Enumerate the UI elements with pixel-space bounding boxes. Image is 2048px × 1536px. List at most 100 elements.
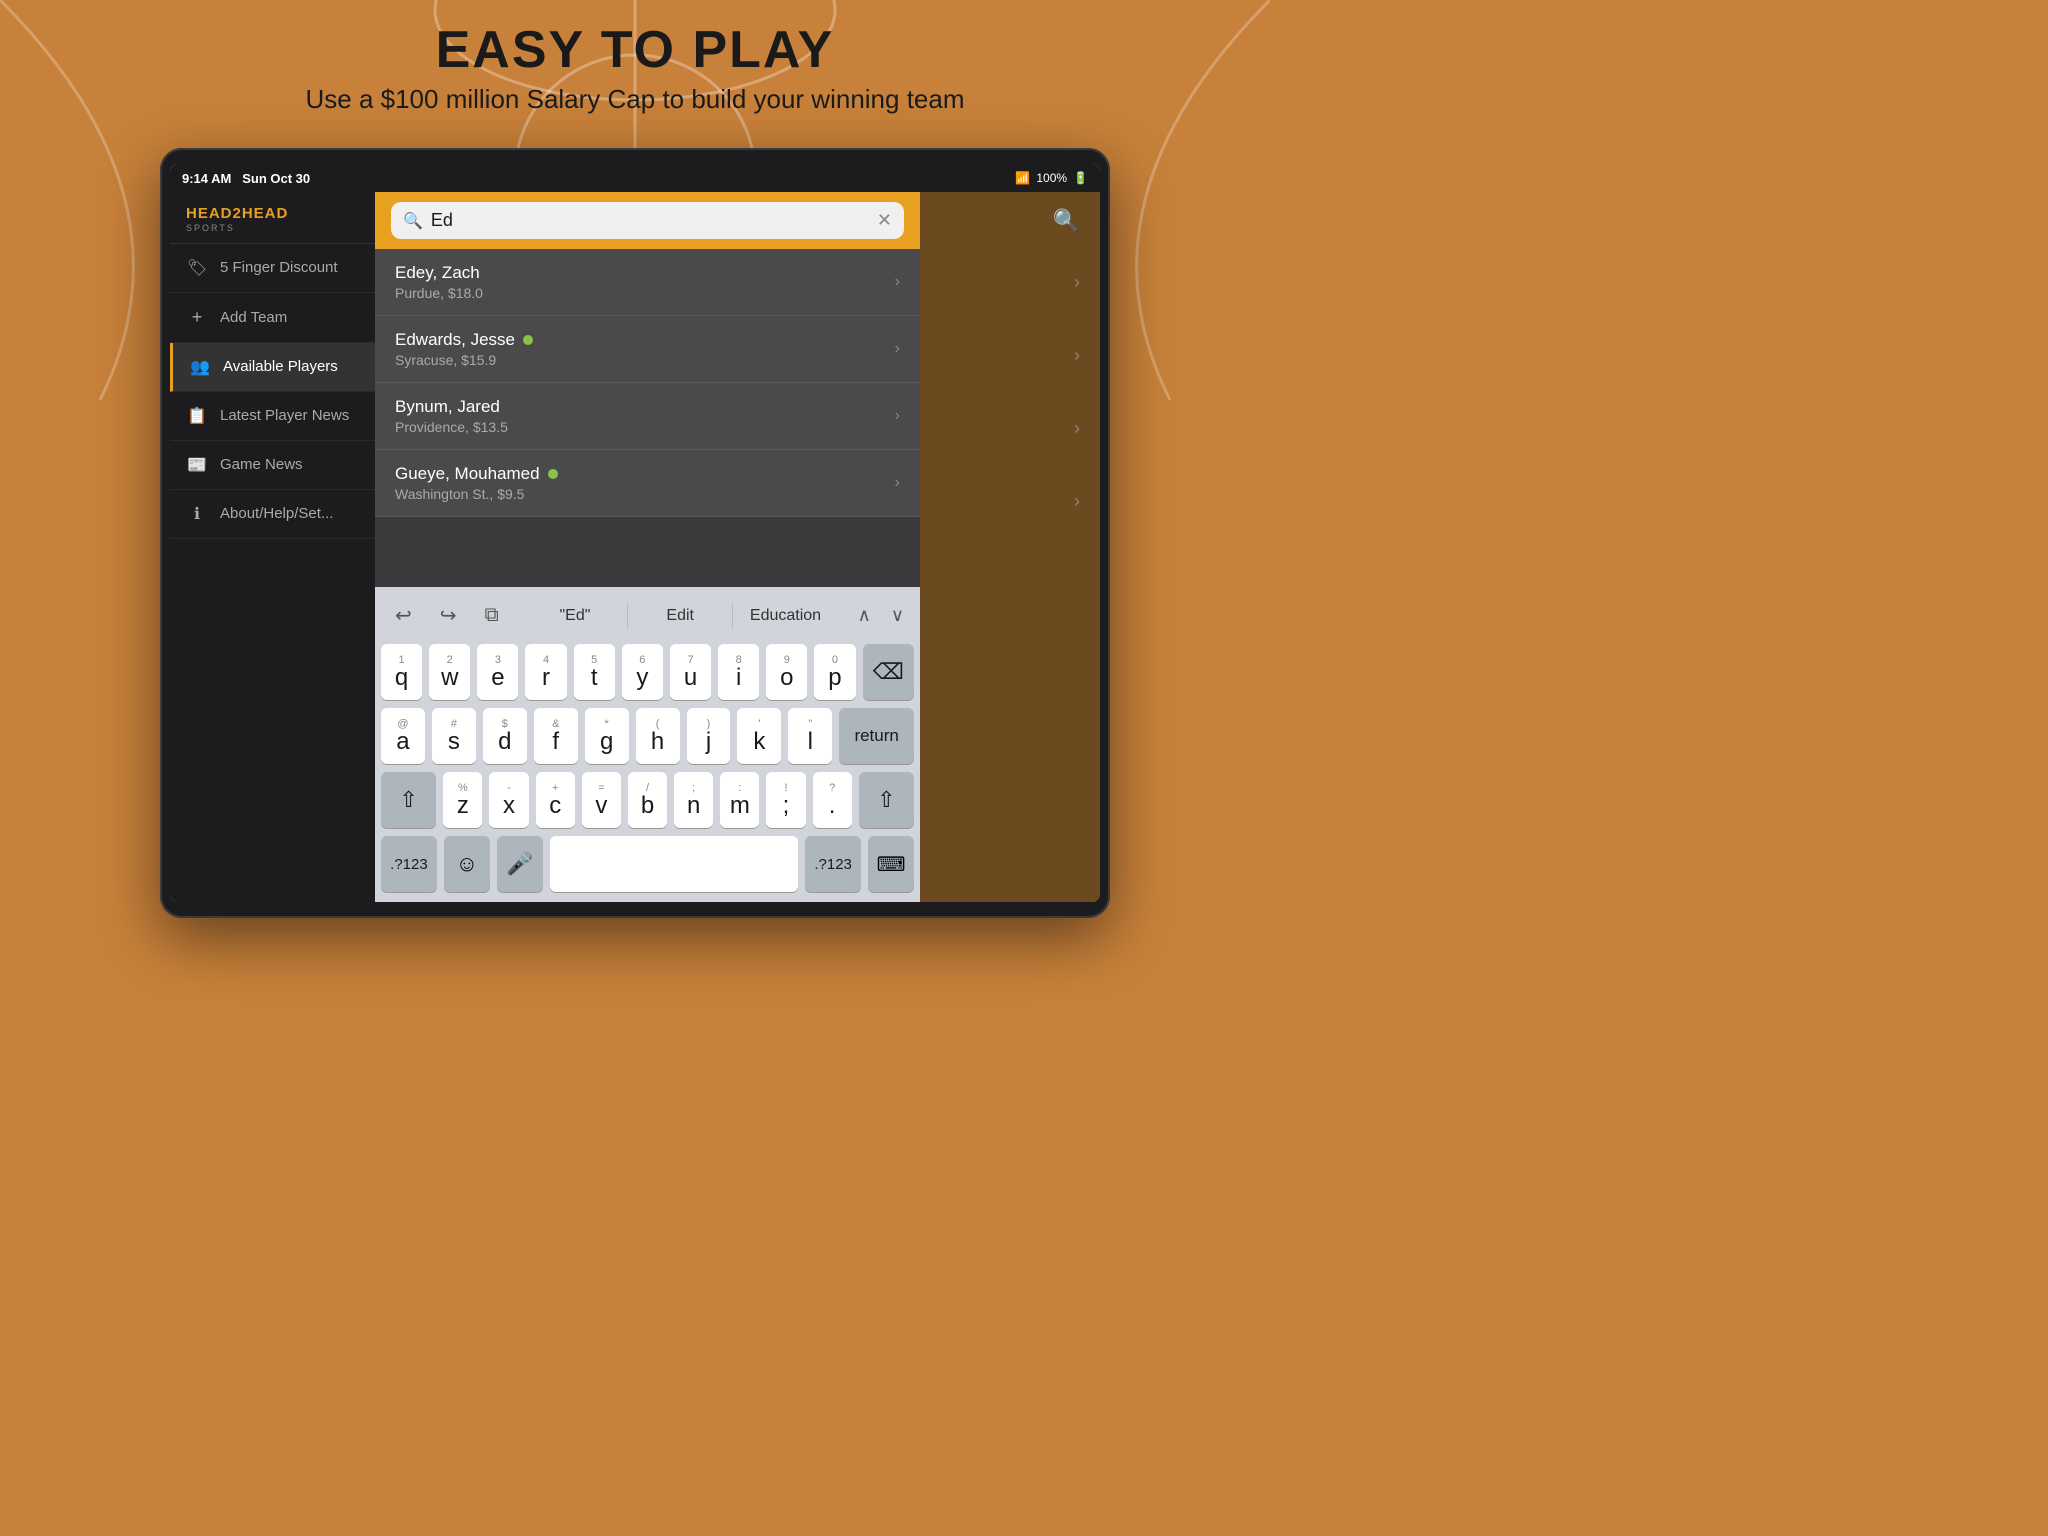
sidebar-item-add-team[interactable]: + Add Team	[170, 293, 375, 343]
shift-key-right[interactable]: ⇧	[859, 772, 914, 828]
result-item-edwards-jesse[interactable]: Edwards, Jesse Syracuse, $15.9 ›	[375, 316, 920, 383]
key-f[interactable]: &f	[534, 708, 578, 764]
sidebar-item-about[interactable]: ℹ About/Help/Set...	[170, 490, 375, 539]
sidebar: HEAD2HEAD SPORTS 🏷 5 Finger Discount + A…	[170, 192, 375, 902]
logo-text: HEAD2HEAD	[186, 206, 359, 223]
chevron-icon-gueye: ›	[895, 474, 900, 492]
suggestion-area: "Ed" Edit Education	[523, 603, 838, 629]
key-y[interactable]: 6y	[622, 644, 663, 700]
num-sym-key-right[interactable]: .?123	[805, 836, 861, 892]
key-h[interactable]: (h	[636, 708, 680, 764]
key-a[interactable]: @a	[381, 708, 425, 764]
ipad-device: 9:14 AM Sun Oct 30 📶 100% 🔋 HEAD2HEAD SP…	[160, 148, 1110, 918]
discount-icon: 🏷	[186, 258, 208, 278]
about-icon: ℹ	[186, 504, 208, 524]
result-detail-gueye: Washington St., $9.5	[395, 486, 558, 502]
key-g[interactable]: *g	[585, 708, 629, 764]
sidebar-item-game-news[interactable]: 📰 Game News	[170, 441, 375, 490]
result-name-gueye: Gueye, Mouhamed	[395, 464, 558, 484]
time-display: 9:14 AM	[182, 171, 231, 186]
mic-key[interactable]: 🎤	[497, 836, 543, 892]
date-display: Sun Oct 30	[242, 171, 310, 186]
ipad-screen: 9:14 AM Sun Oct 30 📶 100% 🔋 HEAD2HEAD SP…	[170, 164, 1100, 902]
latest-news-icon: 📋	[186, 406, 208, 426]
key-ques[interactable]: ?.	[813, 772, 852, 828]
status-icons: 📶 100% 🔋	[1015, 171, 1088, 185]
result-detail-edwards: Syracuse, $15.9	[395, 352, 533, 368]
key-m[interactable]: :m	[720, 772, 759, 828]
clipboard-button[interactable]: ⧉	[481, 602, 503, 629]
result-detail-bynum: Providence, $13.5	[395, 419, 508, 435]
key-d[interactable]: $d	[483, 708, 527, 764]
key-v[interactable]: =v	[582, 772, 621, 828]
players-icon: 👥	[189, 357, 211, 377]
undo-button[interactable]: ↩	[391, 601, 416, 630]
return-key[interactable]: return	[839, 708, 914, 764]
search-query[interactable]: Ed	[431, 210, 869, 231]
result-name-bynum: Bynum, Jared	[395, 397, 508, 417]
shift-key[interactable]: ⇧	[381, 772, 436, 828]
key-k[interactable]: 'k	[737, 708, 781, 764]
plus-icon: +	[186, 307, 208, 328]
sidebar-label-discount: 5 Finger Discount	[220, 259, 338, 276]
key-n[interactable]: ;n	[674, 772, 713, 828]
key-j[interactable]: )j	[687, 708, 731, 764]
key-x[interactable]: -x	[489, 772, 528, 828]
chevron-right-1: ›	[1074, 272, 1080, 293]
sidebar-item-discount[interactable]: 🏷 5 Finger Discount	[170, 244, 375, 293]
key-q[interactable]: 1q	[381, 644, 422, 700]
keyboard-row-2: @a #s $d &f *g (h )j 'k "l return	[381, 708, 914, 764]
key-c[interactable]: +c	[536, 772, 575, 828]
suggestion-ed[interactable]: "Ed"	[523, 603, 628, 629]
suggestion-education[interactable]: Education	[733, 603, 837, 629]
result-name-edwards: Edwards, Jesse	[395, 330, 533, 350]
chevron-right-3: ›	[1074, 418, 1080, 439]
key-i[interactable]: 8i	[718, 644, 759, 700]
sidebar-item-available-players[interactable]: 👥 Available Players	[170, 343, 375, 392]
arrow-down-button[interactable]: ∨	[891, 605, 904, 626]
promo-title: EASY TO PLAY	[0, 20, 1270, 80]
right-search-icon[interactable]: 🔍	[1053, 208, 1080, 234]
keyboard-hide-key[interactable]: ⌨	[868, 836, 914, 892]
result-item-bynum-jared[interactable]: Bynum, Jared Providence, $13.5 ›	[375, 383, 920, 450]
emoji-key[interactable]: ☺	[444, 836, 490, 892]
sidebar-item-latest-news[interactable]: 📋 Latest Player News	[170, 392, 375, 441]
delete-key[interactable]: ⌫	[863, 644, 914, 700]
space-key[interactable]	[550, 836, 798, 892]
keyboard-row-4: .?123 ☺ 🎤 .?123 ⌨	[381, 836, 914, 892]
sidebar-logo: HEAD2HEAD SPORTS	[170, 192, 375, 244]
logo-sub: SPORTS	[186, 223, 359, 233]
search-clear-button[interactable]: ✕	[877, 210, 892, 231]
game-news-icon: 📰	[186, 455, 208, 475]
key-e[interactable]: 3e	[477, 644, 518, 700]
key-l[interactable]: "l	[788, 708, 832, 764]
keyboard-row-3: ⇧ %z -x +c =v /b ;n :m !; ?. ⇧	[381, 772, 914, 828]
key-b[interactable]: /b	[628, 772, 667, 828]
battery-icon: 🔋	[1073, 171, 1088, 185]
result-item-gueye-mouhamed[interactable]: Gueye, Mouhamed Washington St., $9.5 ›	[375, 450, 920, 517]
key-z[interactable]: %z	[443, 772, 482, 828]
key-excl[interactable]: !;	[766, 772, 805, 828]
key-r[interactable]: 4r	[525, 644, 566, 700]
keyboard: ↩ ↪ ⧉ "Ed" Edit Education ∧ ∨	[375, 587, 920, 902]
suggestion-edit[interactable]: Edit	[628, 603, 733, 629]
key-p[interactable]: 0p	[814, 644, 855, 700]
keyboard-rows: 1q 2w 3e 4r 5t 6y 7u 8i 9o 0p ⌫	[381, 644, 914, 892]
key-t[interactable]: 5t	[574, 644, 615, 700]
app-layout: HEAD2HEAD SPORTS 🏷 5 Finger Discount + A…	[170, 192, 1100, 902]
status-time: 9:14 AM Sun Oct 30	[182, 171, 310, 186]
num-sym-key-left[interactable]: .?123	[381, 836, 437, 892]
result-item-edey-zach[interactable]: Edey, Zach Purdue, $18.0 ›	[375, 249, 920, 316]
key-s[interactable]: #s	[432, 708, 476, 764]
main-content: 🔍 Ed ✕ Edey, Zach Purdue, $18.0	[375, 192, 920, 902]
key-o[interactable]: 9o	[766, 644, 807, 700]
chevron-icon-edwards: ›	[895, 340, 900, 358]
search-container[interactable]: 🔍 Ed ✕	[391, 202, 904, 239]
promo-subtitle: Use a $100 million Salary Cap to build y…	[0, 84, 1270, 115]
key-w[interactable]: 2w	[429, 644, 470, 700]
redo-button[interactable]: ↪	[436, 601, 461, 630]
key-u[interactable]: 7u	[670, 644, 711, 700]
arrow-up-button[interactable]: ∧	[858, 605, 871, 626]
search-results-list: Edey, Zach Purdue, $18.0 › Edwards, Jess…	[375, 249, 920, 517]
keyboard-toolbar: ↩ ↪ ⧉ "Ed" Edit Education ∧ ∨	[381, 595, 914, 636]
